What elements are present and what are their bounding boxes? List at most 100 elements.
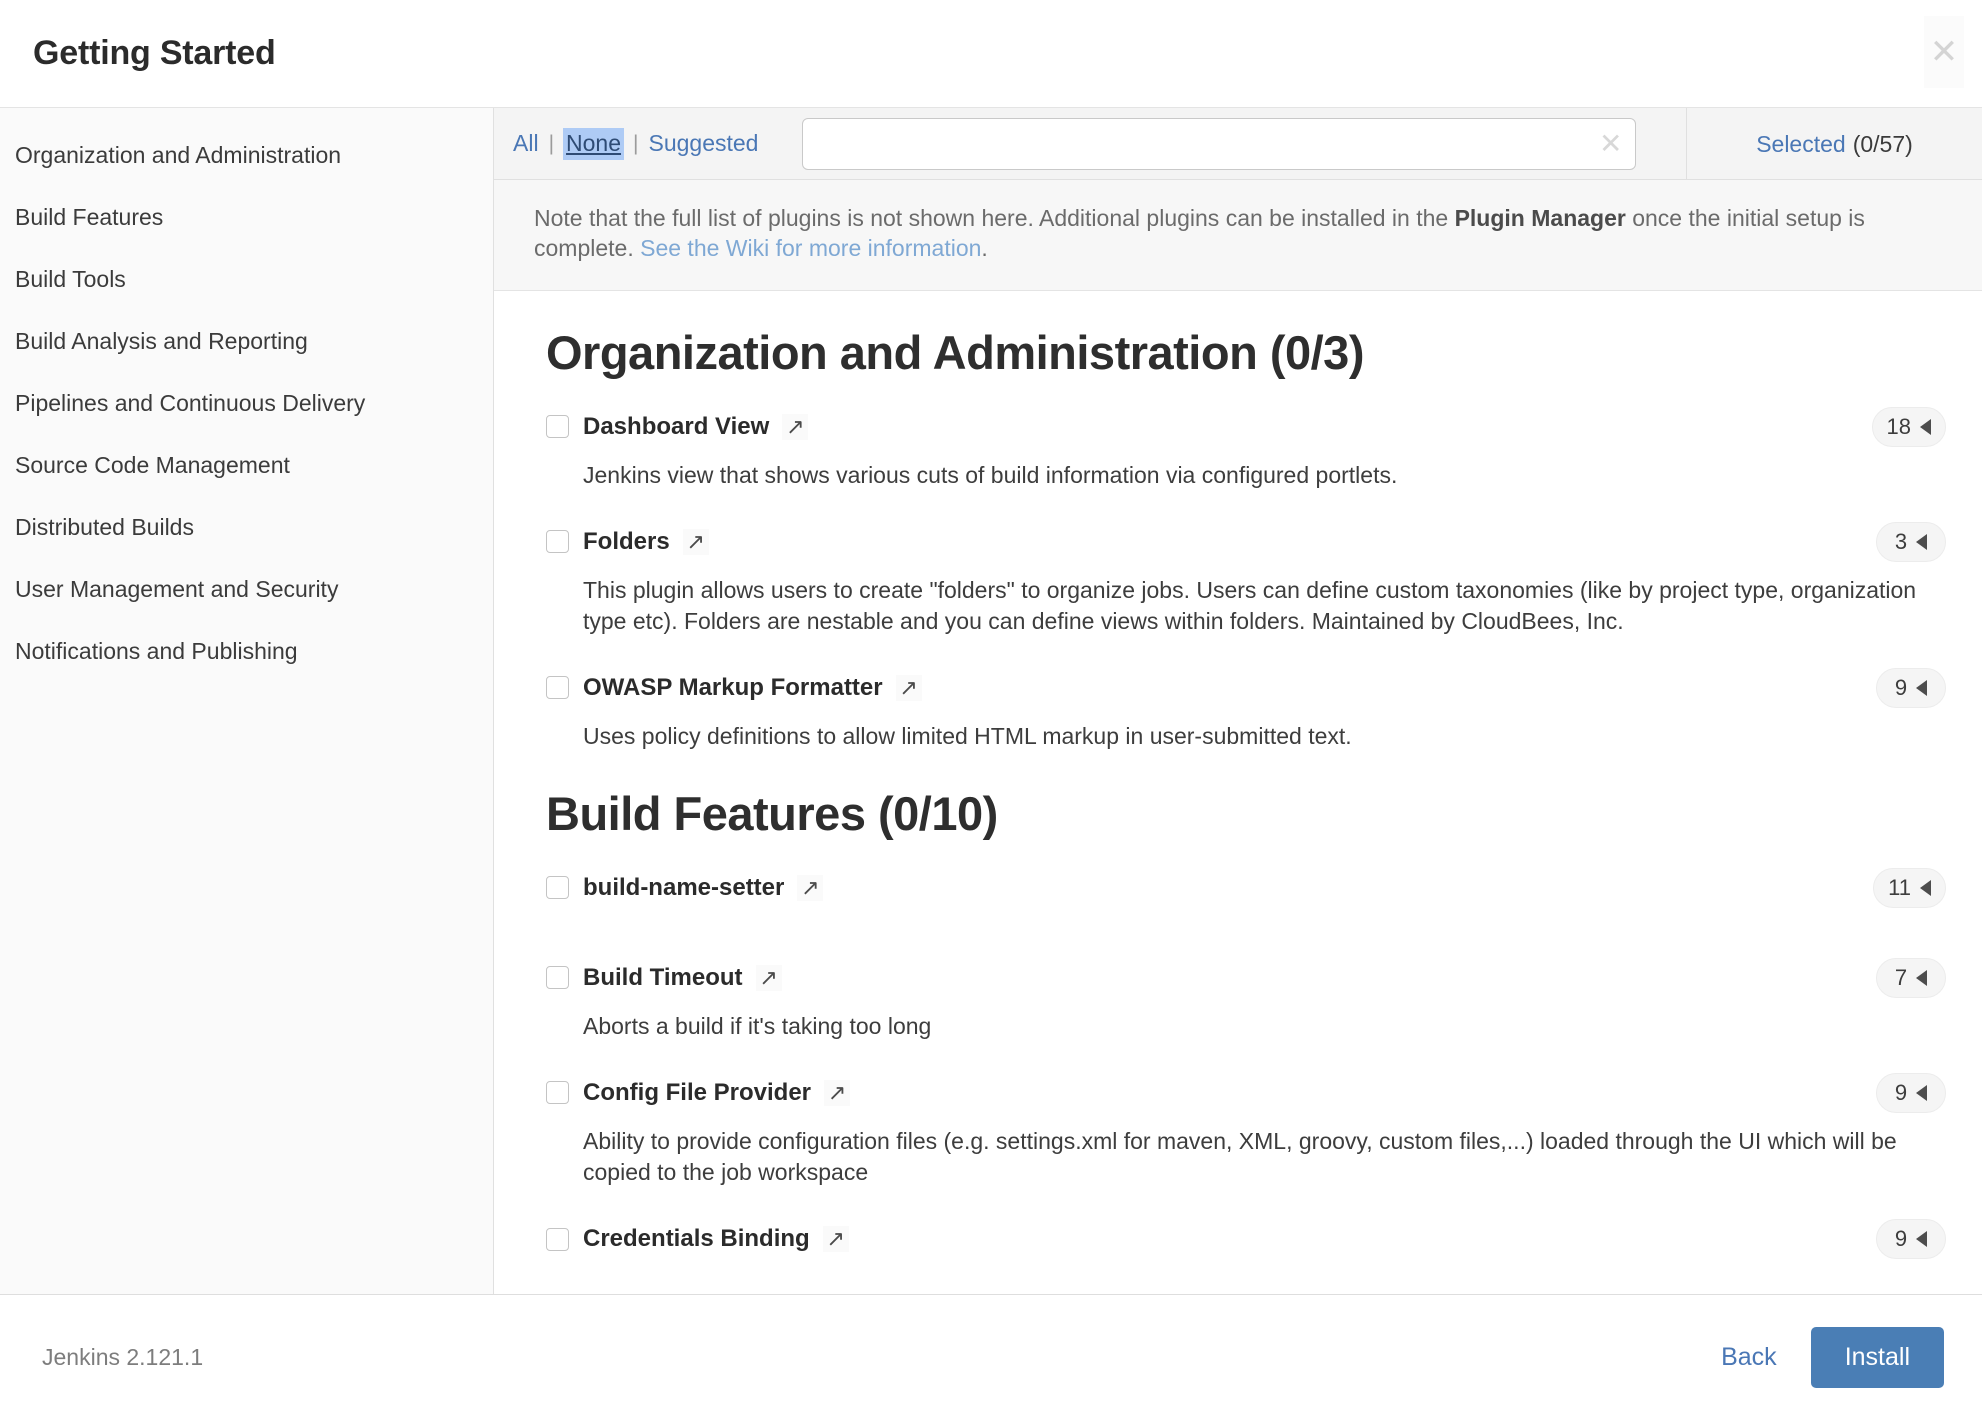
- external-link-icon[interactable]: ↗: [756, 965, 782, 991]
- sidebar-item-organization-and-administration[interactable]: Organization and Administration: [0, 124, 493, 186]
- search-container: ✕: [802, 118, 1636, 170]
- triangle-left-icon: [1916, 680, 1927, 696]
- sidebar-item-notifications-and-publishing[interactable]: Notifications and Publishing: [0, 620, 493, 682]
- section-title-build-features: Build Features (0/10): [546, 786, 1952, 841]
- plugin-row: Dashboard View ↗ 18 Jenkins view that sh…: [524, 406, 1952, 491]
- badge-count: 9: [1895, 1226, 1907, 1252]
- plugin-name: Build Timeout: [583, 964, 743, 992]
- search-clear-icon[interactable]: ✕: [1599, 130, 1622, 158]
- plugin-toolbar: All | None | Suggested ✕ Selected (0/57): [494, 108, 1982, 180]
- plugin-note: Note that the full list of plugins is no…: [494, 180, 1982, 291]
- sidebar-item-source-code-management[interactable]: Source Code Management: [0, 434, 493, 496]
- triangle-left-icon: [1916, 1085, 1927, 1101]
- plugin-row: Folders ↗ 3 This plugin allows users to …: [524, 521, 1952, 637]
- status-badge[interactable]: 9: [1876, 1219, 1946, 1259]
- triangle-left-icon: [1916, 534, 1927, 550]
- selected-label[interactable]: Selected: [1756, 131, 1846, 158]
- sidebar-item-pipelines-and-continuous-delivery[interactable]: Pipelines and Continuous Delivery: [0, 372, 493, 434]
- external-link-icon[interactable]: ↗: [823, 1226, 849, 1252]
- external-link-icon[interactable]: ↗: [824, 1080, 850, 1106]
- badge-count: 7: [1895, 965, 1907, 991]
- plugin-row: build-name-setter ↗ 11: [524, 867, 1952, 909]
- plugin-header: Dashboard View ↗: [546, 406, 1952, 448]
- external-link-icon[interactable]: ↗: [896, 675, 922, 701]
- plugin-checkbox-config-file-provider[interactable]: [546, 1081, 569, 1104]
- sidebar-item-user-management-and-security[interactable]: User Management and Security: [0, 558, 493, 620]
- plugin-checkbox-owasp-markup-formatter[interactable]: [546, 676, 569, 699]
- plugin-checkbox-credentials-binding[interactable]: [546, 1228, 569, 1251]
- status-badge[interactable]: 11: [1873, 868, 1946, 908]
- plugin-name: Credentials Binding: [583, 1225, 810, 1253]
- plugin-pane: All | None | Suggested ✕ Selected (0/57)…: [494, 108, 1982, 1294]
- sidebar-item-distributed-builds[interactable]: Distributed Builds: [0, 496, 493, 558]
- plugin-name: Folders: [583, 528, 670, 556]
- plugin-description: Aborts a build if it's taking too long: [583, 1011, 1952, 1042]
- badge-count: 11: [1888, 875, 1911, 901]
- external-link-icon[interactable]: ↗: [782, 414, 808, 440]
- badge-count: 9: [1895, 1080, 1907, 1106]
- badge-count: 3: [1895, 529, 1907, 555]
- plugin-list[interactable]: Organization and Administration (0/3) Da…: [494, 291, 1982, 1294]
- plugin-name: build-name-setter: [583, 874, 784, 902]
- search-input[interactable]: [802, 118, 1636, 170]
- wizard-body: Organization and Administration Build Fe…: [0, 108, 1982, 1295]
- plugin-row: Credentials Binding ↗ 9: [524, 1218, 1952, 1260]
- triangle-left-icon: [1920, 880, 1931, 896]
- close-icon[interactable]: ✕: [1924, 16, 1964, 88]
- install-button[interactable]: Install: [1811, 1327, 1944, 1388]
- triangle-left-icon: [1916, 970, 1927, 986]
- plugin-header: Build Timeout ↗: [546, 957, 1952, 999]
- plugin-checkbox-dashboard-view[interactable]: [546, 415, 569, 438]
- plugin-name: Dashboard View: [583, 413, 769, 441]
- sidebar-item-build-tools[interactable]: Build Tools: [0, 248, 493, 310]
- external-link-icon[interactable]: ↗: [683, 529, 709, 555]
- footer-actions: Back Install: [1721, 1327, 1944, 1388]
- plugin-header: Config File Provider ↗: [546, 1072, 1952, 1114]
- plugin-checkbox-build-name-setter[interactable]: [546, 876, 569, 899]
- status-badge[interactable]: 9: [1876, 668, 1946, 708]
- plugin-checkbox-folders[interactable]: [546, 530, 569, 553]
- selected-count: (0/57): [1853, 131, 1913, 158]
- plugin-checkbox-build-timeout[interactable]: [546, 966, 569, 989]
- plugin-header: build-name-setter ↗: [546, 867, 1952, 909]
- note-text-part1: Note that the full list of plugins is no…: [534, 205, 1455, 231]
- plugin-row: Config File Provider ↗ 9 Ability to prov…: [524, 1072, 1952, 1188]
- wiki-link[interactable]: See the Wiki for more information: [640, 235, 981, 261]
- sidebar-item-build-features[interactable]: Build Features: [0, 186, 493, 248]
- triangle-left-icon: [1916, 1231, 1927, 1247]
- note-plugin-manager: Plugin Manager: [1455, 205, 1626, 231]
- note-text-part3: .: [981, 235, 987, 261]
- filter-all[interactable]: All: [512, 130, 540, 157]
- page-title: Getting Started: [33, 34, 276, 73]
- plugin-description: Ability to provide configuration files (…: [583, 1126, 1952, 1188]
- window-titlebar: Getting Started ✕: [0, 0, 1982, 108]
- filter-suggested[interactable]: Suggested: [647, 130, 759, 157]
- plugin-header: OWASP Markup Formatter ↗: [546, 667, 1952, 709]
- plugin-name: Config File Provider: [583, 1079, 811, 1107]
- plugin-name: OWASP Markup Formatter: [583, 674, 883, 702]
- plugin-description: Jenkins view that shows various cuts of …: [583, 460, 1952, 491]
- status-badge[interactable]: 7: [1876, 958, 1946, 998]
- filter-none[interactable]: None: [563, 128, 624, 160]
- status-badge[interactable]: 3: [1876, 522, 1946, 562]
- selected-summary: Selected (0/57): [1686, 108, 1982, 180]
- status-badge[interactable]: 18: [1872, 407, 1946, 447]
- wizard-footer: Jenkins 2.121.1 Back Install: [0, 1295, 1982, 1420]
- sidebar-item-build-analysis-and-reporting[interactable]: Build Analysis and Reporting: [0, 310, 493, 372]
- triangle-left-icon: [1920, 419, 1931, 435]
- external-link-icon[interactable]: ↗: [797, 875, 823, 901]
- badge-count: 18: [1887, 414, 1911, 440]
- plugin-row: OWASP Markup Formatter ↗ 9 Uses policy d…: [524, 667, 1952, 752]
- plugin-description: This plugin allows users to create "fold…: [583, 575, 1952, 637]
- plugin-header: Credentials Binding ↗: [546, 1218, 1952, 1260]
- status-badge[interactable]: 9: [1876, 1073, 1946, 1113]
- plugin-row: Build Timeout ↗ 7 Aborts a build if it's…: [524, 957, 1952, 1042]
- badge-count: 9: [1895, 675, 1907, 701]
- jenkins-version: Jenkins 2.121.1: [42, 1344, 203, 1371]
- filter-separator-1: |: [549, 132, 554, 156]
- plugin-header: Folders ↗: [546, 521, 1952, 563]
- back-button[interactable]: Back: [1721, 1343, 1777, 1372]
- filter-links: All | None | Suggested: [494, 128, 759, 160]
- plugin-description: Uses policy definitions to allow limited…: [583, 721, 1952, 752]
- filter-separator-2: |: [633, 132, 638, 156]
